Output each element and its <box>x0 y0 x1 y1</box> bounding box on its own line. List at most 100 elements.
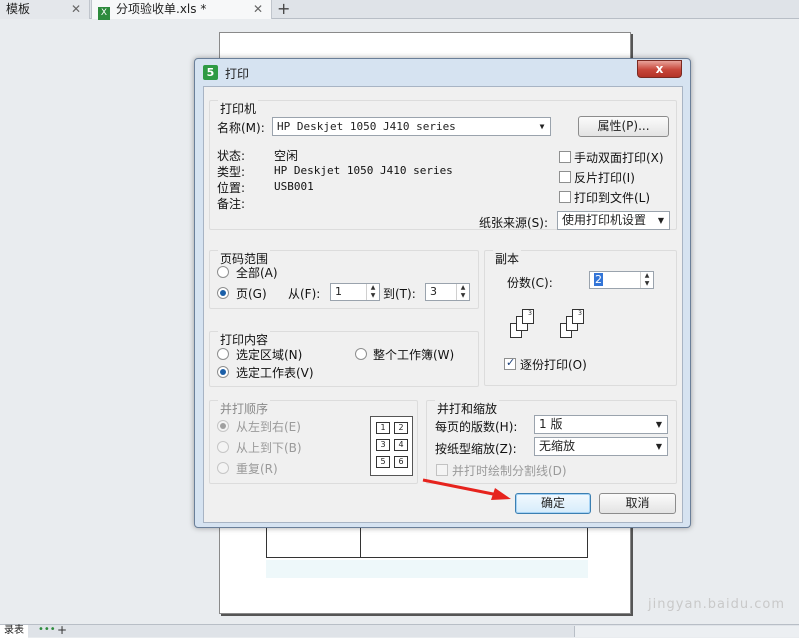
from-page-input[interactable]: 1 ▲ ▼ <box>330 283 380 301</box>
order-preview-grid: 1 2 3 4 5 6 <box>370 416 413 476</box>
cancel-button[interactable]: 取消 <box>599 493 676 514</box>
pages-per-sheet-value: 1 版 <box>539 417 563 431</box>
status-value: 空闲 <box>274 149 299 163</box>
manual-duplex-label[interactable]: 手动双面打印(X) <box>574 149 664 166</box>
collate-label[interactable]: 逐份打印(O) <box>520 356 587 373</box>
copies-count-label: 份数(C): <box>507 276 553 290</box>
type-label: 类型: <box>217 165 246 179</box>
sheet-tab[interactable]: 录表 <box>0 625 28 638</box>
close-icon[interactable]: ✕ <box>253 0 263 18</box>
whole-workbook-label[interactable]: 整个工作簿(W) <box>373 346 454 363</box>
chevron-down-icon: ▼ <box>539 122 545 131</box>
print-to-file-label[interactable]: 打印到文件(L) <box>574 189 650 206</box>
print-to-file-checkbox[interactable] <box>559 191 571 203</box>
paper-source-select[interactable]: 使用打印机设置 ▼ <box>557 211 670 230</box>
scale-to-paper-label: 按纸型缩放(Z): <box>435 442 517 456</box>
reverse-print-checkbox[interactable] <box>559 171 571 183</box>
new-tab-plus-icon[interactable]: + <box>277 0 290 18</box>
from-label: 从(F): <box>288 287 321 301</box>
top-to-bottom-label[interactable]: 从上到下(B) <box>236 439 302 456</box>
grid-cell: 3 <box>376 439 390 451</box>
all-pages-label[interactable]: 全部(A) <box>236 264 278 281</box>
whole-workbook-radio[interactable] <box>355 348 367 360</box>
scale-to-paper-select[interactable]: 无缩放 ▼ <box>534 437 668 456</box>
repeat-label[interactable]: 重复(R) <box>236 460 278 477</box>
location-label: 位置: <box>217 181 246 195</box>
comment-label: 备注: <box>217 197 246 211</box>
pages-per-sheet-label: 每页的版数(H): <box>435 420 518 434</box>
printer-name-label: 名称(M): <box>217 121 265 135</box>
page-range-label[interactable]: 页(G) <box>236 285 267 302</box>
top-to-bottom-radio[interactable] <box>217 441 229 453</box>
tab-template[interactable]: 模板 ✕ <box>0 0 90 19</box>
selection-radio[interactable] <box>217 348 229 360</box>
dialog-client: 打印机 名称(M): HP Deskjet 1050 J410 series ▼… <box>203 86 683 523</box>
spin-down-icon[interactable]: ▼ <box>367 292 379 300</box>
chevron-down-icon: ▼ <box>657 216 665 225</box>
document-tab-bar: 模板 ✕ X 分项验收单.xls * ✕ + <box>0 0 799 20</box>
printer-name-select[interactable]: HP Deskjet 1050 J410 series ▼ <box>272 117 551 136</box>
printer-properties-button[interactable]: 属性(P)... <box>578 116 669 137</box>
spreadsheet-file-icon: X <box>98 7 110 20</box>
draw-divider-label[interactable]: 并打时绘制分割线(D) <box>452 462 567 479</box>
from-page-value: 1 <box>335 285 342 298</box>
grid-cell: 4 <box>394 439 408 451</box>
repeat-radio[interactable] <box>217 462 229 474</box>
grid-cell: 6 <box>394 456 408 468</box>
type-value: HP Deskjet 1050 J410 series <box>274 164 453 177</box>
spin-up-icon[interactable]: ▲ <box>457 284 469 292</box>
chevron-down-icon: ▼ <box>655 420 663 429</box>
watermark: jingyan.baidu.com <box>648 597 785 612</box>
spin-down-icon[interactable]: ▼ <box>457 292 469 300</box>
copies-count-input[interactable]: 2 ▲ ▼ <box>589 271 654 289</box>
to-page-value: 3 <box>430 285 437 298</box>
collate-checkbox[interactable] <box>504 356 516 370</box>
all-pages-radio[interactable] <box>217 266 229 278</box>
spin-down-icon[interactable]: ▼ <box>641 280 653 288</box>
status-label: 状态: <box>217 149 246 163</box>
page-range-radio[interactable] <box>217 287 229 299</box>
left-to-right-label[interactable]: 从左到右(E) <box>236 418 301 435</box>
pages-per-sheet-select[interactable]: 1 版 ▼ <box>534 415 668 434</box>
spin-up-icon[interactable]: ▲ <box>641 272 653 280</box>
printer-group-label: 打印机 <box>218 100 259 117</box>
left-to-right-radio[interactable] <box>217 420 229 432</box>
add-sheet-plus-icon[interactable]: + <box>57 623 67 637</box>
location-value: USB001 <box>274 180 314 193</box>
chevron-down-icon: ▼ <box>655 442 663 451</box>
sheet-highlight-band <box>266 560 588 578</box>
horizontal-scrollbar[interactable] <box>574 626 799 637</box>
spin-up-icon[interactable]: ▲ <box>367 284 379 292</box>
paper-source-label: 纸张来源(S): <box>479 216 549 230</box>
selected-sheet-label[interactable]: 选定工作表(V) <box>236 364 314 381</box>
copies-count-value: 2 <box>594 273 603 286</box>
print-order-group-label: 并打顺序 <box>218 400 271 417</box>
selection-label[interactable]: 选定区域(N) <box>236 346 302 363</box>
print-dialog: 5 打印 x 打印机 名称(M): HP Deskjet 1050 J410 s… <box>194 58 691 528</box>
ok-button[interactable]: 确定 <box>515 493 591 514</box>
tab-acceptance-sheet-label: 分项验收单.xls * <box>116 2 207 16</box>
manual-duplex-checkbox[interactable] <box>559 151 571 163</box>
sheet-tab-bar: 录表 ••• + <box>0 623 799 638</box>
draw-divider-checkbox[interactable] <box>436 464 448 476</box>
to-page-input[interactable]: 3 ▲ ▼ <box>425 283 470 301</box>
selected-sheet-radio[interactable] <box>217 366 229 378</box>
grid-cell: 1 <box>376 422 390 434</box>
more-sheets-icon[interactable]: ••• <box>38 624 56 635</box>
scale-to-paper-value: 无缩放 <box>539 439 576 453</box>
to-label: 到(T): <box>383 287 416 301</box>
reverse-print-label[interactable]: 反片打印(I) <box>574 169 635 186</box>
wps-app-icon: 5 <box>203 65 218 80</box>
red-arrow-annotation-icon <box>422 478 511 500</box>
tab-acceptance-sheet[interactable]: X 分项验收单.xls * ✕ <box>91 0 272 20</box>
dialog-close-button[interactable]: x <box>637 60 682 78</box>
dialog-title: 打印 <box>225 67 250 81</box>
grid-cell: 2 <box>394 422 408 434</box>
printer-name-value: HP Deskjet 1050 J410 series <box>277 120 456 133</box>
paper-source-value: 使用打印机设置 <box>562 213 647 227</box>
dialog-titlebar[interactable]: 5 打印 x <box>195 59 690 86</box>
combine-zoom-group-label: 并打和缩放 <box>435 400 500 417</box>
grid-cell: 5 <box>376 456 390 468</box>
close-icon[interactable]: ✕ <box>71 0 81 18</box>
collate-pages-icon: 3 3 <box>510 309 600 349</box>
